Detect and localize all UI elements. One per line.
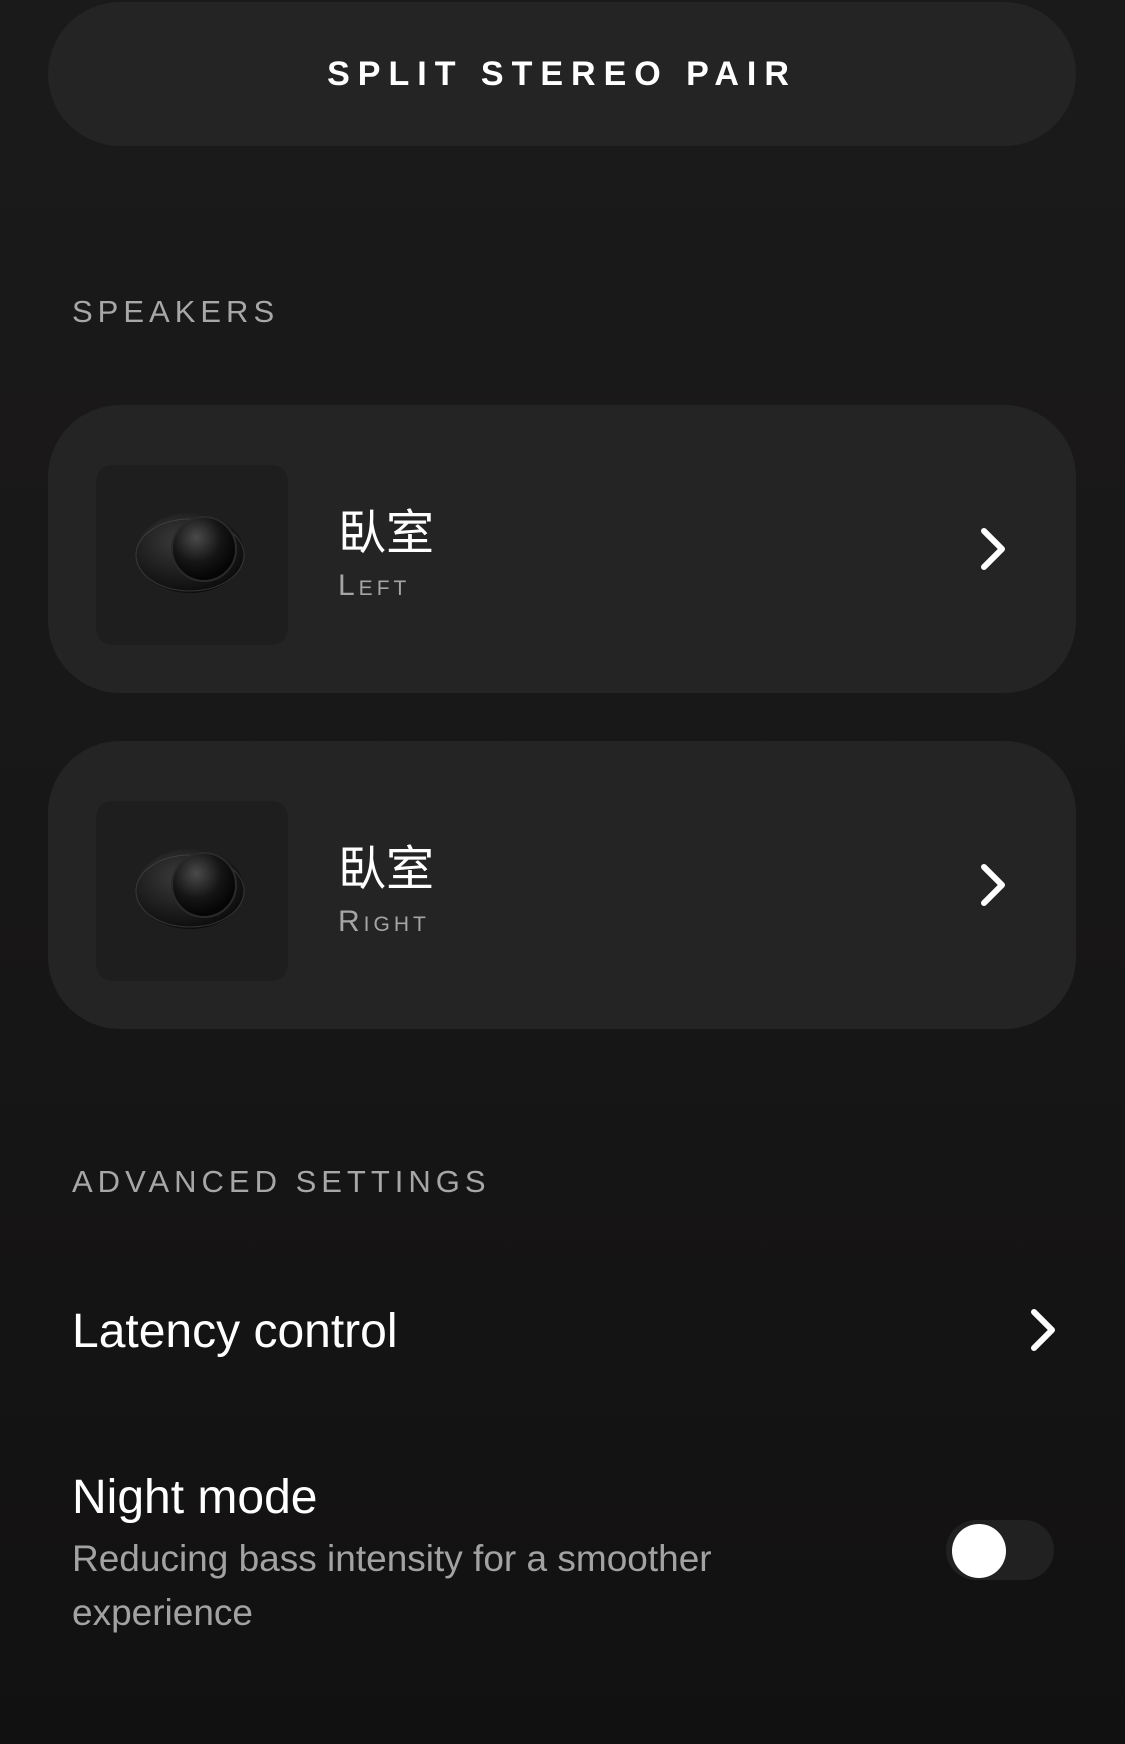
speaker-icon bbox=[135, 849, 245, 929]
night-mode-description: Reducing bass intensity for a smoother e… bbox=[72, 1538, 712, 1633]
advanced-settings-section-title: ADVANCED SETTINGS bbox=[72, 1164, 491, 1199]
speaker-card-left[interactable]: 臥室 Left bbox=[48, 405, 1076, 693]
speaker-name: 臥室 bbox=[338, 841, 435, 897]
speaker-role: Right bbox=[338, 905, 430, 938]
latency-control-label: Latency control bbox=[72, 1305, 398, 1358]
speaker-thumbnail bbox=[96, 465, 288, 645]
speaker-name: 臥室 bbox=[338, 505, 435, 561]
chevron-right-icon bbox=[981, 528, 1005, 570]
split-stereo-pair-button[interactable]: SPLIT STEREO PAIR bbox=[48, 2, 1076, 146]
speakers-section-title: SPEAKERS bbox=[72, 294, 280, 329]
speaker-card-right[interactable]: 臥室 Right bbox=[48, 741, 1076, 1029]
toggle-knob bbox=[952, 1524, 1006, 1578]
speaker-icon bbox=[135, 513, 245, 593]
latency-control-row[interactable]: Latency control bbox=[48, 1270, 1076, 1390]
night-mode-toggle[interactable] bbox=[946, 1520, 1054, 1580]
speaker-role: Left bbox=[338, 569, 411, 602]
speaker-thumbnail bbox=[96, 801, 288, 981]
chevron-right-icon bbox=[981, 864, 1005, 906]
chevron-right-icon bbox=[1031, 1309, 1055, 1351]
night-mode-label: Night mode bbox=[72, 1471, 318, 1524]
split-stereo-pair-label: SPLIT STEREO PAIR bbox=[327, 54, 797, 93]
